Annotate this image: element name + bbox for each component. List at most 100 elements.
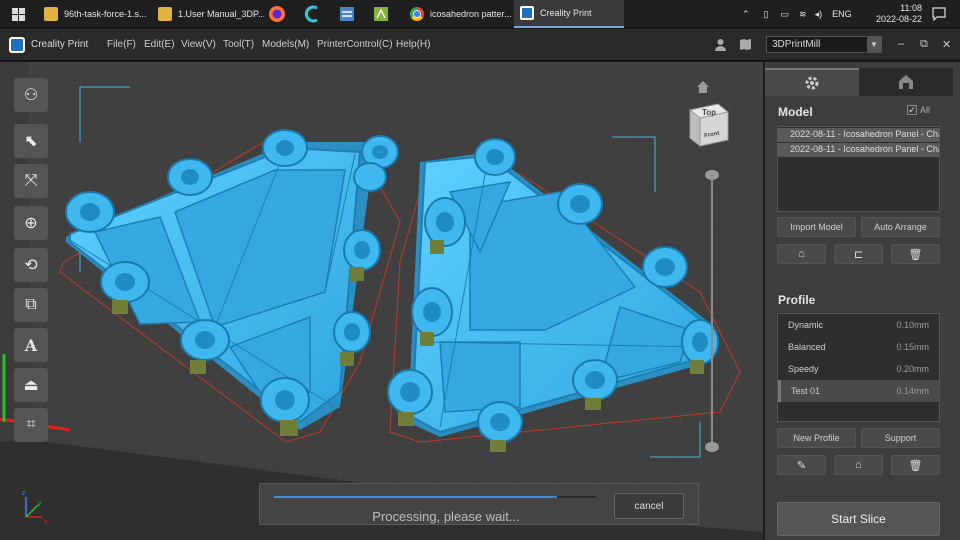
taskbar-item-chrome[interactable]: icosahedron patter... <box>404 0 512 28</box>
view-cube[interactable]: Top Front <box>684 100 732 148</box>
app-window-icon[interactable] <box>338 5 356 23</box>
start-slice-button[interactable]: Start Slice <box>777 502 940 536</box>
delete-model-button[interactable]: 🗑 <box>891 244 940 264</box>
system-tray: ⌃ ▯ ▭ ≋ ◂) ENG <box>742 0 852 28</box>
profile-name: Test 01 <box>791 386 821 396</box>
windows-taskbar: 96th-task-force-1.s... 1.User Manual_3DP… <box>0 0 960 28</box>
battery-icon[interactable]: ▭ <box>781 9 790 20</box>
windows-start-button[interactable] <box>0 0 36 28</box>
model-list[interactable]: 2022-08-11 - Icosahedron Panel - Char 20… <box>777 126 940 212</box>
profile-name: Dynamic <box>788 320 824 330</box>
language-indicator[interactable]: ENG <box>832 9 852 19</box>
menu-view[interactable]: View(V) <box>181 39 216 50</box>
select-tool-button[interactable]: ⬉ <box>14 124 48 158</box>
progress-bar <box>274 496 596 498</box>
tab-printer[interactable] <box>859 68 953 96</box>
model-library-icon[interactable] <box>739 38 752 51</box>
add-model-button[interactable]: ⚇ <box>14 78 48 112</box>
checkmark-icon: ✓ <box>907 105 917 115</box>
new-profile-button[interactable]: New Profile <box>777 428 856 448</box>
spreadsheet-app-icon[interactable] <box>372 5 390 23</box>
text-tool-button[interactable]: A <box>14 328 48 362</box>
progress-bar-fill <box>274 496 558 498</box>
chevron-up-icon[interactable]: ⌃ <box>742 9 750 20</box>
svg-text:z: z <box>22 490 26 497</box>
model-list-item[interactable]: 2022-08-11 - Icosahedron Panel - Char <box>778 128 939 142</box>
chevron-down-icon: ▼ <box>867 37 881 52</box>
view-cube-top-label[interactable]: Top <box>702 108 716 117</box>
select-all-checkbox[interactable]: ✓ All <box>907 105 930 115</box>
cut-tool-button[interactable]: ⌗ <box>14 408 48 442</box>
taskbar-item-folder-2[interactable]: 1.User Manual_3DP... <box>152 0 264 28</box>
layer-slider-bottom-handle[interactable] <box>705 442 719 452</box>
taskbar-item-label: Creality Print <box>540 8 592 18</box>
lay-flat-button[interactable]: ⏏ <box>14 368 48 402</box>
taskbar-item-label: 96th-task-force-1.s... <box>64 9 147 19</box>
profile-row-dynamic[interactable]: Dynamic 0.10mm <box>778 314 939 336</box>
rotate-tool-button[interactable]: ⟲ <box>14 248 48 282</box>
move-tool-button[interactable]: ⤧ <box>14 164 48 198</box>
menu-models[interactable]: Models(M) <box>262 39 309 50</box>
printer-select[interactable]: 3DPrintMill ▼ <box>766 36 882 53</box>
place-model-button[interactable]: ⌂ <box>777 244 826 264</box>
printer-select-value: 3DPrintMill <box>772 39 821 50</box>
processing-message: Processing, please wait... <box>372 509 520 524</box>
model-list-item[interactable]: 2022-08-11 - Icosahedron Panel - Char <box>778 143 939 157</box>
volume-icon[interactable]: ◂) <box>815 9 823 20</box>
edit-profile-button[interactable]: ✎ <box>777 455 826 475</box>
trash-icon: 🗑 <box>908 248 923 261</box>
app-title-bar: Creality Print File(F) Edit(E) View(V) T… <box>0 29 960 61</box>
user-icon[interactable] <box>714 38 727 51</box>
profile-name: Speedy <box>788 364 819 374</box>
import-profile-button[interactable]: ⌂ <box>834 455 883 475</box>
cancel-button[interactable]: cancel <box>614 493 684 519</box>
notification-icon[interactable] <box>932 7 946 21</box>
scale-tool-button[interactable]: ⊕ <box>14 206 48 240</box>
menu-edit[interactable]: Edit(E) <box>144 39 175 50</box>
home-view-icon[interactable] <box>696 80 710 94</box>
menu-help[interactable]: Help(H) <box>396 39 430 50</box>
menu-printer-control[interactable]: PrinterControl(C) <box>317 39 393 50</box>
profile-row-balanced[interactable]: Balanced 0.15mm <box>778 336 939 358</box>
trash-icon: 🗑 <box>908 459 923 472</box>
menu-file[interactable]: File(F) <box>107 39 136 50</box>
zoom-icon: ⊕ <box>24 215 38 232</box>
usb-icon[interactable]: ▯ <box>764 9 769 20</box>
minimize-button[interactable]: – <box>898 38 904 50</box>
layer-slider-track[interactable] <box>711 174 713 446</box>
creality-icon <box>520 6 534 20</box>
taskbar-item-folder-1[interactable]: 96th-task-force-1.s... <box>38 0 150 28</box>
letter-a-icon: A <box>24 335 38 355</box>
profile-row-speedy[interactable]: Speedy 0.20mm <box>778 358 939 380</box>
auto-arrange-button[interactable]: Auto Arrange <box>861 217 940 237</box>
firefox-icon[interactable] <box>268 5 286 23</box>
wifi-icon[interactable]: ≋ <box>799 9 807 20</box>
3d-viewport[interactable]: z y x ⚇ ⬉ ⤧ ⊕ ⟲ ⧉ A ⏏ ⌗ Top Front Proces… <box>0 62 763 540</box>
taskbar-item-label: 1.User Manual_3DP... <box>178 9 264 19</box>
profile-list[interactable]: Dynamic 0.10mm Balanced 0.15mm Speedy 0.… <box>777 313 940 422</box>
clock-date: 2022-08-22 <box>875 14 922 24</box>
import-model-button[interactable]: Import Model <box>777 217 856 237</box>
processing-dialog: Processing, please wait... cancel <box>259 483 699 525</box>
taskbar-clock[interactable]: 11:08 2022-08-22 <box>876 3 922 25</box>
menu-tool[interactable]: Tool(T) <box>223 39 254 50</box>
close-button[interactable]: ✕ <box>942 38 951 51</box>
profile-section-title: Profile <box>778 293 816 307</box>
profile-row-test-01[interactable]: Test 01 0.14mm <box>778 380 939 402</box>
chrome-icon <box>410 7 424 21</box>
open-folder-button[interactable]: ⊏ <box>834 244 883 264</box>
import-profile-icon: ⌂ <box>855 459 862 471</box>
profile-layer-height: 0.15mm <box>896 342 929 352</box>
layer-slider-top-handle[interactable] <box>705 170 719 180</box>
cura-app-icon[interactable] <box>304 5 322 23</box>
clone-tool-button[interactable]: ⧉ <box>14 288 48 322</box>
profile-layer-height: 0.10mm <box>896 320 929 330</box>
taskbar-item-creality[interactable]: Creality Print <box>514 0 624 28</box>
folder-open-icon: ⊏ <box>853 248 864 261</box>
delete-profile-button[interactable]: 🗑 <box>891 455 940 475</box>
select-all-label: All <box>920 105 931 115</box>
support-button[interactable]: Support <box>861 428 940 448</box>
tab-settings[interactable] <box>765 68 859 96</box>
restore-button[interactable]: ⧉ <box>920 38 928 51</box>
place-on-plate-icon: ⌂ <box>798 248 805 260</box>
